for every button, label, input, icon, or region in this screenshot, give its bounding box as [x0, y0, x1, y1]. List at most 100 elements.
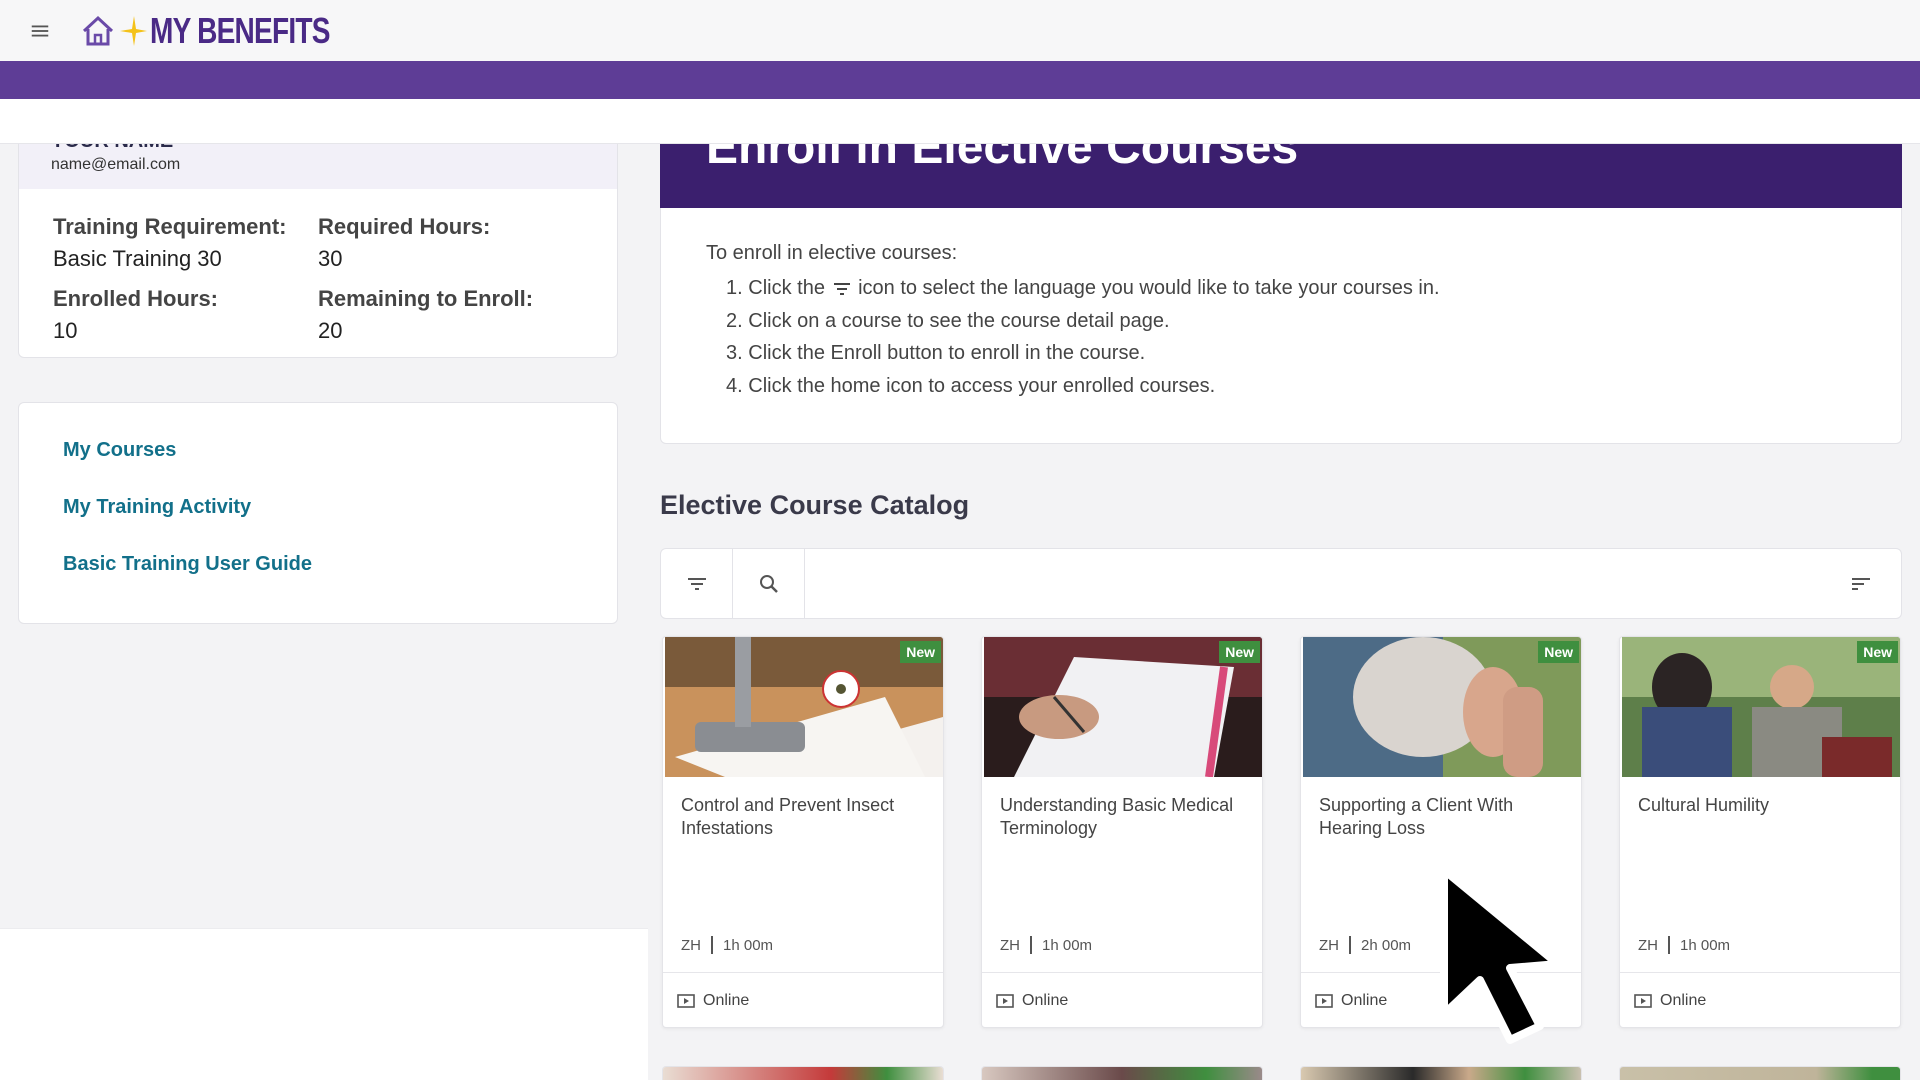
- stat-enrolled-hours: Enrolled Hours: 10: [53, 286, 318, 344]
- instruction-step: 3. Click the Enroll button to enroll in …: [726, 337, 1440, 370]
- filter-icon: [833, 282, 850, 295]
- course-card[interactable]: New Understanding Basic Medical Terminol…: [981, 636, 1263, 1028]
- course-meta: ZH 2h 00m: [1319, 936, 1411, 954]
- course-format: Online: [1620, 972, 1900, 1027]
- sparkle-icon: [120, 15, 147, 46]
- play-video-icon: [1315, 994, 1333, 1008]
- course-card[interactable]: New Control and Prevent Insect Infestati…: [662, 636, 944, 1028]
- quick-links-card: My Courses My Training Activity Basic Tr…: [18, 402, 618, 624]
- step-text: Click the: [748, 277, 825, 299]
- top-header: MY BENEFITS: [0, 0, 1920, 61]
- link-my-training-activity[interactable]: My Training Activity: [63, 496, 251, 519]
- hamburger-icon: [31, 25, 49, 36]
- profile-card: YOUR NAME name@email.com Training Requir…: [18, 144, 618, 358]
- stat-value: 30: [318, 246, 343, 271]
- step-text: Click the Enroll button to enroll in the…: [748, 342, 1146, 364]
- course-format-label: Online: [703, 992, 750, 1009]
- profile-email: name@email.com: [51, 156, 181, 173]
- course-duration: 1h 00m: [1680, 936, 1731, 954]
- left-footer-area: [0, 928, 648, 1080]
- stat-training-requirement: Training Requirement: Basic Training 30: [53, 214, 318, 272]
- new-badge: New: [900, 641, 941, 663]
- play-video-icon: [1634, 994, 1652, 1008]
- meta-divider: [711, 936, 713, 954]
- meta-divider: [1030, 936, 1032, 954]
- meta-divider: [1349, 936, 1351, 954]
- course-card-peek[interactable]: [1300, 1066, 1582, 1080]
- course-format-label: Online: [1022, 992, 1069, 1009]
- course-language: ZH: [1638, 936, 1658, 954]
- training-stats: Training Requirement: Basic Training 30 …: [53, 214, 593, 344]
- profile-name: YOUR NAME: [51, 144, 173, 153]
- new-badge: New: [1857, 641, 1898, 663]
- course-duration: 1h 00m: [1042, 936, 1093, 954]
- step-number: 3.: [726, 342, 743, 364]
- link-my-courses[interactable]: My Courses: [63, 439, 176, 462]
- stat-label: Training Requirement:: [53, 214, 287, 239]
- sub-header-bar: [0, 99, 1920, 144]
- instruction-step: 4. Click the home icon to access your en…: [726, 370, 1440, 403]
- sort-button[interactable]: [1831, 549, 1891, 618]
- step-number: 2.: [726, 309, 743, 332]
- play-video-icon: [677, 994, 695, 1008]
- course-meta: ZH 1h 00m: [681, 936, 773, 954]
- search-button[interactable]: [733, 549, 805, 618]
- course-card-peek[interactable]: [981, 1066, 1263, 1080]
- stat-required-hours: Required Hours: 30: [318, 214, 583, 272]
- enroll-instructions: To enroll in elective courses: 1. Click …: [660, 208, 1902, 444]
- sort-icon: [1852, 577, 1870, 590]
- course-thumbnail: New: [665, 637, 943, 777]
- course-title: Understanding Basic Medical Terminology: [1000, 795, 1234, 838]
- purple-band: [0, 61, 1920, 99]
- course-format: Online: [663, 972, 943, 1027]
- course-card[interactable]: New Cultural Humility ZH 1h 00m Online: [1619, 636, 1901, 1028]
- stat-remaining-to-enroll: Remaining to Enroll: 20: [318, 286, 583, 344]
- meta-divider: [1668, 936, 1670, 954]
- stat-value: 20: [318, 318, 343, 343]
- course-title: Supporting a Client With Hearing Loss: [1319, 795, 1514, 838]
- new-badge: New: [1219, 641, 1260, 663]
- play-video-icon: [996, 994, 1014, 1008]
- stat-value: Basic Training 30: [53, 246, 222, 271]
- instructions-list: 1. Click the icon to select the language…: [726, 272, 1440, 402]
- profile-header: YOUR NAME name@email.com: [19, 144, 617, 189]
- course-meta: ZH 1h 00m: [1638, 936, 1730, 954]
- step-number: 4.: [726, 374, 743, 397]
- mouse-cursor-icon: [1440, 866, 1562, 1044]
- course-format: Online: [982, 972, 1262, 1027]
- course-duration: 2h 00m: [1361, 936, 1412, 954]
- step-text: Click the home icon to access your enrol…: [748, 374, 1216, 397]
- course-thumbnail: New: [1622, 637, 1900, 777]
- search-icon: [759, 574, 778, 593]
- stat-value: 10: [53, 318, 78, 343]
- course-meta: ZH 1h 00m: [1000, 936, 1092, 954]
- hamburger-menu-button[interactable]: [0, 0, 80, 61]
- course-title: Control and Prevent Insect Infestations: [681, 795, 895, 838]
- enroll-banner: Enroll in Elective Courses: [660, 144, 1902, 208]
- course-title: Cultural Humility: [1638, 795, 1770, 815]
- step-text: Click on a course to see the course deta…: [748, 309, 1170, 332]
- brand-text: MY BENEFITS: [150, 9, 330, 51]
- step-text: icon to select the language you would li…: [858, 277, 1440, 299]
- stat-label: Enrolled Hours:: [53, 286, 219, 311]
- filter-icon: [687, 577, 706, 590]
- course-language: ZH: [681, 936, 701, 954]
- course-thumbnail: New: [1303, 637, 1581, 777]
- brand-logo[interactable]: MY BENEFITS: [80, 10, 380, 52]
- page-title: Enroll in Elective Courses: [706, 144, 1299, 174]
- instructions-intro: To enroll in elective courses:: [706, 242, 958, 264]
- course-thumbnail: New: [984, 637, 1262, 777]
- instruction-step: 1. Click the icon to select the language…: [726, 272, 1440, 305]
- course-language: ZH: [1000, 936, 1020, 954]
- home-icon[interactable]: [80, 13, 116, 49]
- link-basic-training-user-guide[interactable]: Basic Training User Guide: [63, 553, 312, 576]
- course-language: ZH: [1319, 936, 1339, 954]
- new-badge: New: [1538, 641, 1579, 663]
- stat-label: Required Hours:: [318, 214, 491, 239]
- filter-button[interactable]: [661, 549, 733, 618]
- course-card-peek[interactable]: [662, 1066, 944, 1080]
- step-number: 1.: [726, 277, 743, 299]
- catalog-toolbar: [660, 548, 1902, 619]
- instruction-step: 2. Click on a course to see the course d…: [726, 305, 1440, 338]
- course-card-peek[interactable]: [1619, 1066, 1901, 1080]
